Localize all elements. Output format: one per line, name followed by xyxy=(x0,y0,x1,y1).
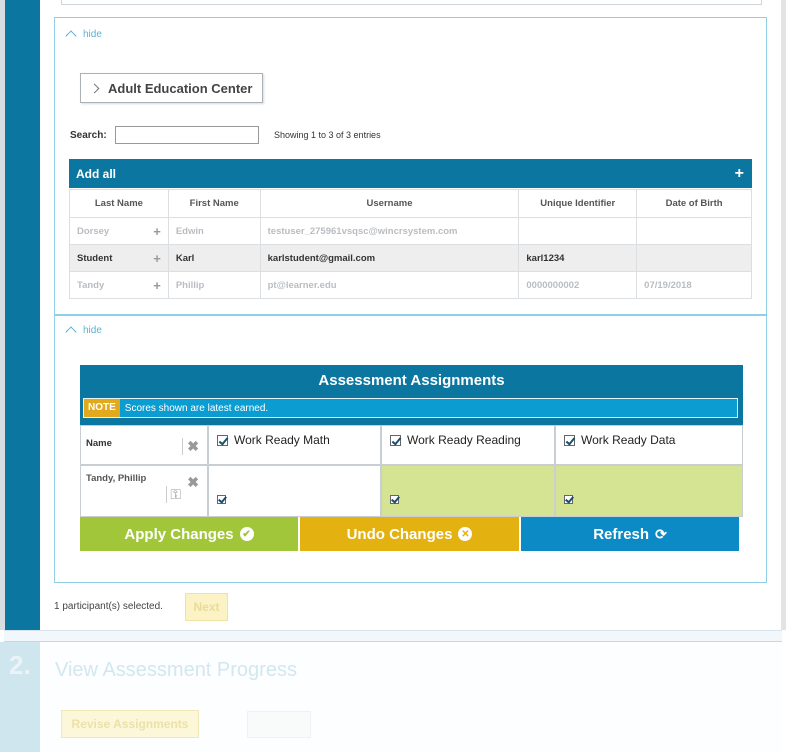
assessment-header: Assessment Assignments NOTE Scores shown… xyxy=(80,365,743,425)
next-button[interactable]: Next xyxy=(185,593,228,621)
undo-label: Undo Changes xyxy=(346,525,453,543)
apply-changes-button[interactable]: Apply Changes ✔ xyxy=(80,517,298,551)
hide-toggle-assessments[interactable]: hide xyxy=(65,324,102,338)
col-username[interactable]: Username xyxy=(259,189,520,218)
check-circle-icon: ✔ xyxy=(239,527,254,541)
assessment-title: Assessment Assignments xyxy=(318,372,505,389)
x-circle-icon: ✕ xyxy=(458,527,473,541)
username: testuser_275961vsqsc@wincrsystem.com xyxy=(259,217,520,245)
add-all-bar[interactable]: Add all + xyxy=(69,159,752,188)
ghost-select[interactable] xyxy=(247,711,311,738)
refresh-button[interactable]: Refresh ⟳ xyxy=(521,517,739,551)
first-name: Edwin xyxy=(167,217,261,245)
checkbox-icon[interactable] xyxy=(217,434,228,446)
assignment-cell-math[interactable] xyxy=(208,465,381,517)
refresh-label: Refresh xyxy=(593,525,650,543)
participant-section: hide Adult Education Center Search: Show… xyxy=(54,17,767,315)
first-name: Phillip xyxy=(167,271,261,299)
org-button[interactable]: Adult Education Center xyxy=(80,73,264,103)
action-row: Apply Changes ✔ Undo Changes ✕ Refresh ⟳ xyxy=(80,517,741,551)
checkbox-icon[interactable] xyxy=(390,495,399,504)
date-of-birth xyxy=(636,244,752,272)
grid-header-row: Name ✖ Work Ready Math Work Ready Readin… xyxy=(80,425,743,465)
col-first-name[interactable]: First Name xyxy=(167,189,261,218)
last-name: Tandy xyxy=(77,279,105,291)
table-header-row: Last Name First Name Username Unique Ide… xyxy=(69,189,752,218)
chevron-up-icon xyxy=(65,30,77,42)
selected-count: 1 participant(s) selected. xyxy=(54,601,163,612)
date-of-birth xyxy=(636,217,752,245)
refresh-icon: ⟳ xyxy=(655,525,667,542)
entries-count: Showing 1 to 3 of 3 entries xyxy=(274,130,381,140)
page: hide Adult Education Center Search: Show… xyxy=(0,0,786,752)
search-label: Search: xyxy=(70,130,107,141)
chevron-right-icon xyxy=(89,83,100,93)
assignment-cell-reading[interactable] xyxy=(381,465,555,517)
note-bar: NOTE Scores shown are latest earned. xyxy=(83,398,738,418)
step2-title: View Assessment Progress xyxy=(55,659,297,681)
name-header-cell: Name ✖ xyxy=(80,425,208,465)
add-participant-icon[interactable]: + xyxy=(153,251,161,266)
col-date-of-birth[interactable]: Date of Birth xyxy=(636,189,752,218)
undo-changes-button[interactable]: Undo Changes ✕ xyxy=(300,517,519,551)
col-unique-identifier[interactable]: Unique Identifier xyxy=(518,189,638,218)
checkbox-icon[interactable] xyxy=(390,434,401,446)
table-row[interactable]: Dorsey + Edwin testuser_275961vsqsc@wincr… xyxy=(69,217,752,245)
date-of-birth: 07/19/2018 xyxy=(636,271,752,299)
checkbox-icon[interactable] xyxy=(217,495,226,504)
last-name: Dorsey xyxy=(77,225,110,237)
grid-student-row: Tandy, Phillip ⚿ ✖ xyxy=(80,465,743,517)
remove-student-icon[interactable]: ✖ xyxy=(187,474,199,491)
assessment-label: Work Ready Reading xyxy=(407,433,521,447)
name-header: Name xyxy=(86,438,112,449)
unique-identifier xyxy=(518,217,638,245)
rail-edge xyxy=(0,0,5,630)
roster-table: Last Name First Name Username Unique Ide… xyxy=(69,189,752,299)
hide-label: hide xyxy=(83,324,102,336)
step-rail xyxy=(0,0,40,630)
col-last-name[interactable]: Last Name xyxy=(69,189,169,218)
username: karlstudent@gmail.com xyxy=(259,244,520,272)
checkbox-icon[interactable] xyxy=(564,434,575,446)
right-edge xyxy=(781,0,786,630)
add-all-label: Add all xyxy=(76,166,117,181)
assignment-cell-data[interactable] xyxy=(555,465,743,517)
hide-label: hide xyxy=(83,28,102,40)
search-input[interactable] xyxy=(115,126,259,144)
apply-label: Apply Changes xyxy=(124,525,234,543)
student-name: Tandy, Phillip xyxy=(86,473,147,484)
step2-number: 2. xyxy=(9,650,31,680)
plus-icon[interactable]: + xyxy=(735,165,744,183)
last-name: Student xyxy=(77,252,113,264)
note-tag: NOTE xyxy=(84,399,120,417)
assignment-grid: Name ✖ Work Ready Math Work Ready Readin… xyxy=(80,425,743,517)
table-row[interactable]: Student + Karl karlstudent@gmail.com karl… xyxy=(69,244,752,272)
first-name: Karl xyxy=(167,244,261,272)
clear-all-icon[interactable]: ✖ xyxy=(182,438,199,455)
chevron-up-icon xyxy=(65,326,77,338)
table-row[interactable]: Tandy + Phillip pt@learner.edu 0000000002… xyxy=(69,271,752,299)
username: pt@learner.edu xyxy=(259,271,520,299)
revise-assignments-button[interactable]: Revise Assignments xyxy=(61,710,199,738)
note-text: Scores shown are latest earned. xyxy=(124,402,269,414)
assessment-header-reading[interactable]: Work Ready Reading xyxy=(381,425,555,465)
assessment-header-data[interactable]: Work Ready Data xyxy=(555,425,743,465)
step-divider xyxy=(4,630,782,642)
assessment-label: Work Ready Data xyxy=(581,433,676,447)
org-button-label: Adult Education Center xyxy=(108,80,253,96)
key-icon[interactable]: ⚿ xyxy=(166,486,181,503)
assessment-header-math[interactable]: Work Ready Math xyxy=(208,425,381,465)
assessment-label: Work Ready Math xyxy=(234,433,330,447)
unique-identifier: karl1234 xyxy=(518,244,638,272)
hide-toggle-participants[interactable]: hide xyxy=(65,28,102,42)
checkbox-icon[interactable] xyxy=(564,495,573,504)
top-panel-edge xyxy=(61,0,762,5)
add-participant-icon[interactable]: + xyxy=(153,224,161,239)
unique-identifier: 0000000002 xyxy=(518,271,638,299)
student-name-cell: Tandy, Phillip ⚿ ✖ xyxy=(80,465,208,517)
add-participant-icon[interactable]: + xyxy=(153,278,161,293)
assessment-section: hide Assessment Assignments NOTE Scores … xyxy=(54,315,767,583)
